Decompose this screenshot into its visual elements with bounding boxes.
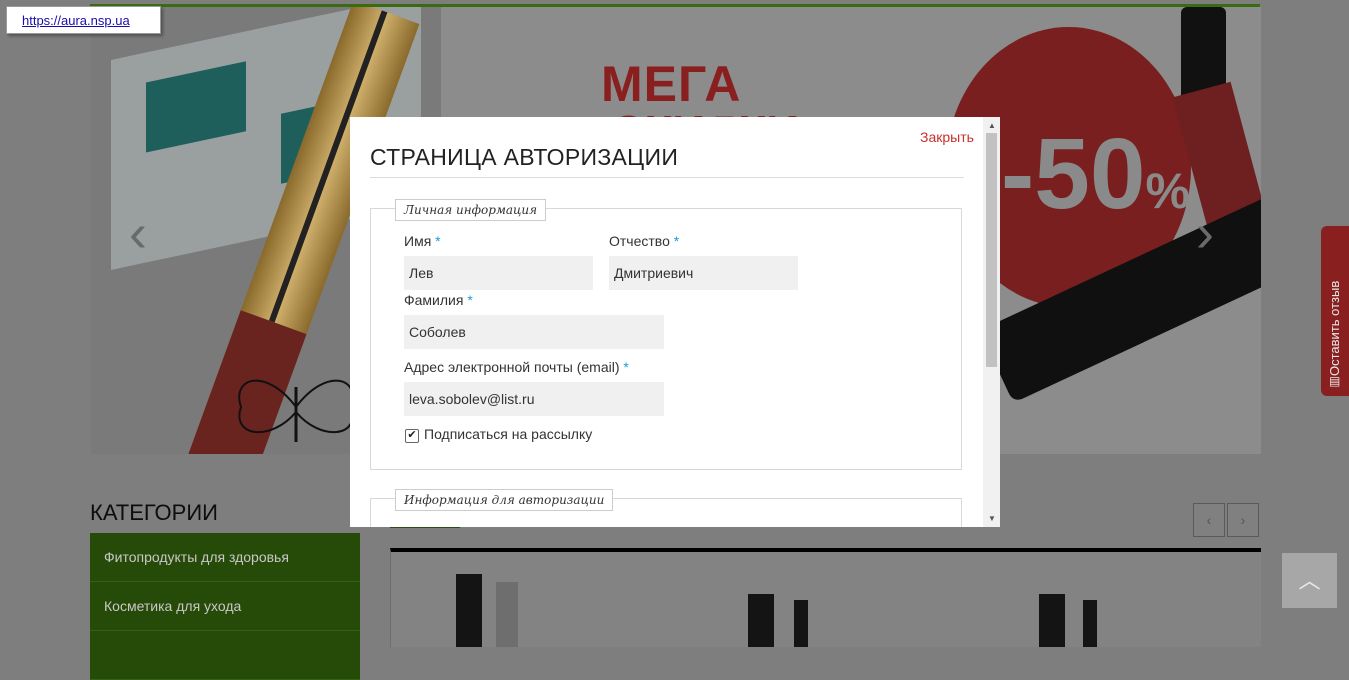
url-tooltip: https://aura.nsp.ua bbox=[6, 6, 161, 34]
category-item[interactable] bbox=[90, 631, 360, 680]
modal-scrollbar[interactable]: ▲ ▼ bbox=[983, 117, 1000, 527]
email-input[interactable] bbox=[404, 382, 664, 416]
butterfly-image bbox=[238, 379, 354, 442]
feedback-tab-label: Оставить отзыв bbox=[1327, 280, 1342, 376]
auth-modal: Закрыть СТРАНИЦА АВТОРИЗАЦИИ Личная инфо… bbox=[350, 117, 1000, 527]
subscribe-checkbox[interactable]: ✔ bbox=[405, 429, 419, 443]
product-image[interactable] bbox=[456, 574, 482, 647]
category-item[interactable]: Фитопродукты для здоровья bbox=[90, 533, 360, 582]
scrollbar-thumb[interactable] bbox=[986, 133, 997, 367]
personal-info-fieldset: Личная информация Имя * Отчество * Фамил… bbox=[370, 199, 962, 470]
category-item[interactable]: Косметика для ухода bbox=[90, 582, 360, 631]
last-name-label: Фамилия * bbox=[404, 292, 473, 308]
product-image[interactable] bbox=[794, 600, 808, 647]
scroll-up-icon[interactable]: ▲ bbox=[988, 121, 996, 130]
categories-list: Фитопродукты для здоровья Косметика для … bbox=[90, 533, 360, 680]
products-nav: ‹ › bbox=[1193, 503, 1261, 537]
scroll-down-icon[interactable]: ▼ bbox=[988, 514, 996, 523]
carousel-next-icon[interactable]: › bbox=[1196, 202, 1214, 264]
email-label: Адрес электронной почты (email) * bbox=[404, 359, 629, 375]
auth-info-fieldset: Информация для авторизации bbox=[370, 489, 962, 527]
products-prev-button[interactable]: ‹ bbox=[1193, 503, 1225, 537]
first-name-input[interactable] bbox=[404, 256, 593, 290]
back-to-top-button[interactable]: ︿ bbox=[1282, 553, 1337, 608]
product-image[interactable] bbox=[748, 594, 774, 647]
last-name-input[interactable] bbox=[404, 315, 664, 349]
carousel-prev-icon[interactable]: ‹ bbox=[129, 202, 147, 264]
chevron-up-icon: ︿ bbox=[1298, 568, 1321, 593]
modal-title: СТРАНИЦА АВТОРИЗАЦИИ bbox=[370, 144, 679, 170]
products-next-button[interactable]: › bbox=[1227, 503, 1259, 537]
personal-info-legend: Личная информация bbox=[395, 199, 547, 221]
feedback-tab[interactable]: Оставить отзыв ▤ bbox=[1321, 226, 1349, 396]
url-text: https://aura.nsp.ua bbox=[22, 13, 130, 28]
auth-info-legend: Информация для авторизации bbox=[395, 489, 614, 511]
patronymic-input[interactable] bbox=[609, 256, 798, 290]
discount-text: -50% bbox=[1001, 118, 1190, 230]
first-name-label: Имя * bbox=[404, 233, 441, 249]
close-link[interactable]: Закрыть bbox=[920, 129, 974, 145]
products-carousel bbox=[390, 548, 1261, 647]
product-image[interactable] bbox=[1083, 600, 1097, 647]
subscribe-label[interactable]: Подписаться на рассылку bbox=[424, 426, 592, 442]
product-image[interactable] bbox=[1039, 594, 1065, 647]
patronymic-label: Отчество * bbox=[609, 233, 680, 249]
categories-heading: КАТЕГОРИИ bbox=[90, 500, 218, 525]
note-icon: ▤ bbox=[1329, 374, 1341, 388]
title-divider bbox=[370, 177, 964, 178]
product-image[interactable] bbox=[496, 582, 518, 647]
